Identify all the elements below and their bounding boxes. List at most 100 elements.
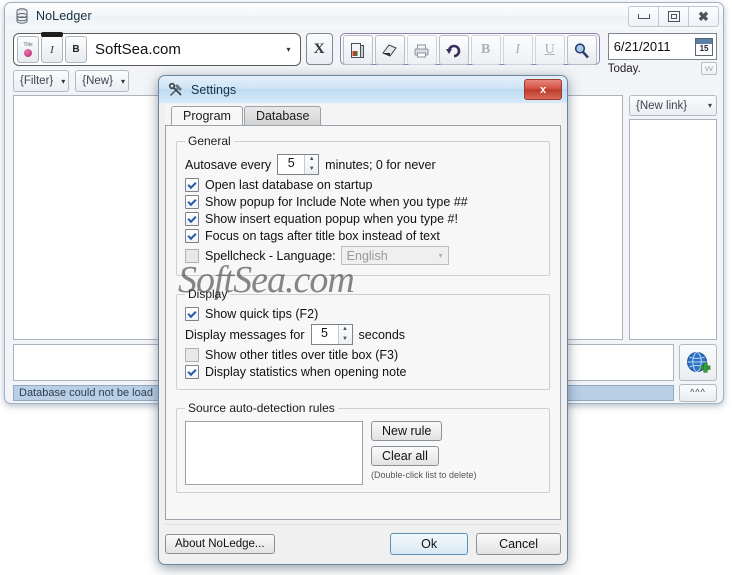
- maximize-button[interactable]: [658, 5, 689, 27]
- new-link-dropdown[interactable]: {New link} ▾: [629, 95, 717, 116]
- checkbox-display-statistics[interactable]: Display statistics when opening note: [185, 365, 541, 379]
- tab-panel-program: General Autosave every 5 ▲ ▼ minutes; 0 f…: [165, 125, 561, 520]
- general-group: General Autosave every 5 ▲ ▼ minutes; 0 f…: [176, 134, 550, 276]
- checkbox-icon[interactable]: [185, 212, 199, 226]
- checkbox-icon[interactable]: [185, 229, 199, 243]
- stepper-down-icon[interactable]: ▼: [339, 335, 352, 345]
- title-marker-button[interactable]: Title: [17, 36, 39, 63]
- autosave-suffix-label: minutes; 0 for never: [325, 157, 436, 172]
- date-field[interactable]: 6/21/2011 15: [607, 33, 718, 60]
- rules-box: New rule Clear all (Double-click list to…: [185, 421, 541, 485]
- title-marker-label: Title: [23, 41, 33, 48]
- title-bold-button[interactable]: B: [65, 36, 87, 63]
- checkbox-label: Show insert equation popup when you type…: [205, 212, 458, 226]
- underline-label: U: [544, 42, 555, 57]
- dialog-footer: About NoLedge... Ok Cancel: [165, 524, 561, 558]
- expand-button[interactable]: ^^^: [679, 384, 717, 402]
- minimize-button[interactable]: [628, 5, 659, 27]
- tools-icon: [168, 82, 182, 96]
- tab-program[interactable]: Program: [171, 106, 243, 127]
- title-italic-label: I: [50, 43, 54, 56]
- messages-stepper-buttons[interactable]: ▲ ▼: [337, 325, 352, 345]
- chevron-down-icon: ▾: [438, 251, 443, 260]
- checkbox-icon[interactable]: [185, 248, 199, 263]
- stepper-up-icon[interactable]: ▲: [305, 155, 318, 165]
- checkbox-icon[interactable]: [185, 178, 199, 192]
- checkbox-quick-tips[interactable]: Show quick tips (F2): [185, 307, 541, 321]
- checkbox-icon[interactable]: [185, 195, 199, 209]
- window-title-bar: NoLedger ✖: [5, 3, 723, 29]
- messages-value: 5: [321, 326, 328, 340]
- rules-buttons: New rule Clear all (Double-click list to…: [371, 421, 477, 485]
- minimize-icon: [637, 13, 650, 19]
- maximize-icon: [667, 10, 680, 22]
- checkbox-include-note-popup[interactable]: Show popup for Include Note when you typ…: [185, 195, 541, 209]
- ok-button[interactable]: Ok: [390, 533, 469, 555]
- checkbox-open-last-database[interactable]: Open last database on startup: [185, 178, 541, 192]
- today-label: Today.: [607, 62, 641, 75]
- rules-legend: Source auto-detection rules: [188, 401, 335, 415]
- language-select[interactable]: English ▾: [340, 246, 449, 265]
- stepper-down-icon[interactable]: ▼: [305, 165, 318, 175]
- about-button[interactable]: About NoLedge...: [165, 534, 275, 554]
- checkbox-label: Show other titles over title box (F3): [205, 348, 399, 362]
- link-list[interactable]: [629, 119, 717, 340]
- checkbox-focus-tags[interactable]: Focus on tags after title box instead of…: [185, 229, 541, 243]
- title-bold-label: B: [72, 44, 80, 55]
- toolbar-group: B I U: [339, 33, 600, 65]
- title-input-value[interactable]: SoftSea.com: [88, 41, 280, 58]
- display-group: Display Show quick tips (F2) Display mes…: [176, 287, 550, 390]
- close-button[interactable]: ✖: [688, 5, 719, 27]
- tab-strip: Program Database: [165, 104, 561, 127]
- title-combobox[interactable]: Title I B SoftSea.com ▾: [13, 32, 301, 66]
- checkbox-icon[interactable]: [185, 365, 199, 379]
- filter-dropdown[interactable]: {Filter} ▾: [13, 70, 70, 92]
- rules-group: Source auto-detection rules New rule Cle…: [176, 401, 550, 493]
- dialog-close-button[interactable]: x: [524, 79, 562, 100]
- checkbox-label: Show quick tips (F2): [205, 307, 319, 321]
- autosave-stepper-buttons[interactable]: ▲ ▼: [304, 155, 319, 175]
- tab-database[interactable]: Database: [243, 106, 322, 126]
- save-note-icon[interactable]: [374, 35, 405, 65]
- new-dropdown[interactable]: {New} ▾: [75, 70, 129, 92]
- underline-icon[interactable]: U: [534, 35, 565, 65]
- new-link-label: {New link}: [636, 99, 688, 112]
- checkbox-other-titles[interactable]: Show other titles over title box (F3): [185, 348, 541, 362]
- title-italic-button[interactable]: I: [41, 32, 63, 63]
- spellcheck-row[interactable]: Spellcheck - Language: English ▾: [185, 246, 541, 265]
- dialog-title-bar: Settings x: [159, 76, 567, 103]
- print-icon[interactable]: [406, 35, 437, 65]
- bold-icon[interactable]: B: [470, 35, 501, 65]
- autosave-prefix-label: Autosave every: [185, 157, 272, 172]
- vv-badge[interactable]: vv: [701, 62, 718, 75]
- rules-list[interactable]: [185, 421, 363, 485]
- messages-stepper[interactable]: 5 ▲ ▼: [310, 324, 353, 345]
- title-marker-dot-icon: [24, 48, 32, 57]
- globe-add-icon[interactable]: [679, 344, 717, 381]
- calendar-day: 15: [699, 43, 709, 53]
- cancel-button[interactable]: Cancel: [476, 533, 561, 555]
- autosave-value: 5: [287, 156, 295, 170]
- checkbox-equation-popup[interactable]: Show insert equation popup when you type…: [185, 212, 541, 226]
- main-toolbar: Title I B SoftSea.com ▾ X B I U 6/21/201…: [5, 29, 723, 75]
- new-rule-button[interactable]: New rule: [371, 421, 443, 441]
- bold-label: B: [481, 42, 491, 57]
- checkbox-label: Show popup for Include Note when you typ…: [205, 195, 468, 209]
- chevron-down-icon[interactable]: ▾: [280, 45, 298, 54]
- clear-title-button[interactable]: X: [305, 33, 333, 65]
- italic-icon[interactable]: I: [502, 35, 533, 65]
- checkbox-icon[interactable]: [185, 307, 199, 321]
- undo-icon[interactable]: [438, 35, 469, 65]
- clear-all-button[interactable]: Clear all: [371, 446, 439, 466]
- search-icon[interactable]: [566, 35, 597, 65]
- new-label: {New}: [82, 75, 113, 87]
- checkbox-icon[interactable]: [185, 348, 199, 362]
- dialog-title: Settings: [191, 82, 237, 97]
- title-bar-cap-icon: [41, 32, 63, 37]
- stepper-up-icon[interactable]: ▲: [339, 325, 352, 335]
- autosave-stepper[interactable]: 5 ▲ ▼: [277, 154, 320, 175]
- checkbox-label: Open last database on startup: [205, 178, 373, 192]
- date-area: 6/21/2011 15 Today. vv: [607, 33, 718, 75]
- calendar-icon[interactable]: 15: [695, 37, 714, 56]
- open-note-icon[interactable]: [342, 35, 373, 65]
